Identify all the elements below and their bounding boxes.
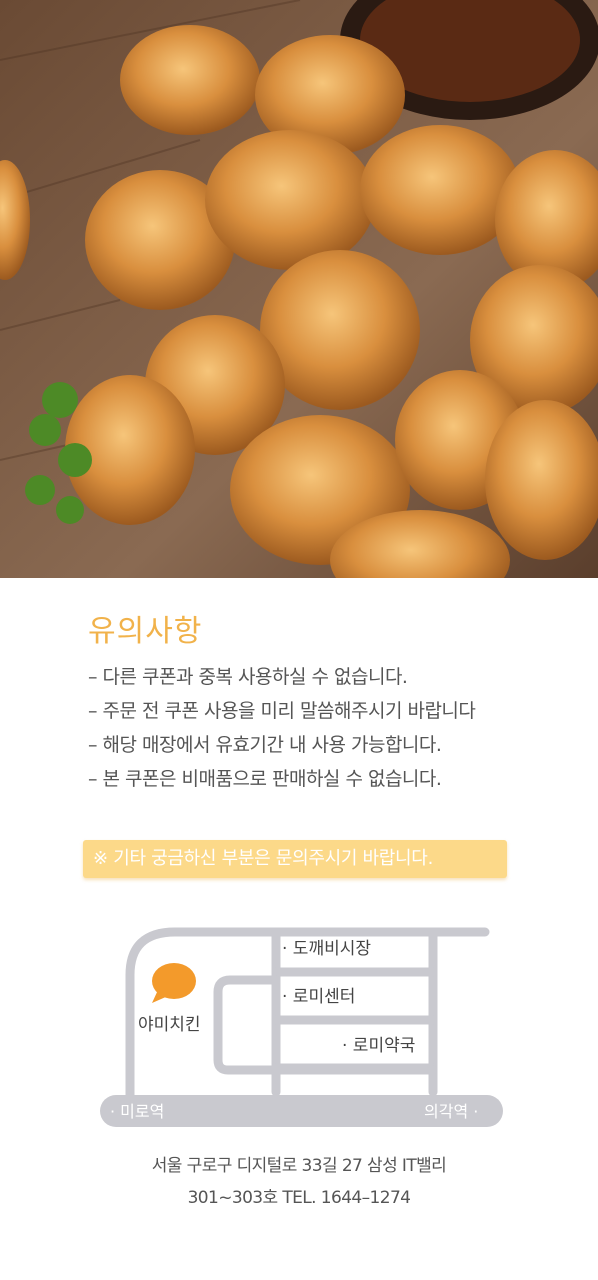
- notice-item: – 다른 쿠폰과 중복 사용하실 수 없습니다.: [88, 666, 408, 688]
- notice-item: – 해당 매장에서 유효기간 내 사용 가능합니다.: [88, 734, 442, 756]
- hero-food-photo: [0, 0, 598, 578]
- address-phone-line: 301~303호 TEL. 1644–1274: [187, 1188, 411, 1208]
- notice-item: – 본 쿠폰은 비매품으로 판매하실 수 없습니다.: [88, 768, 442, 790]
- map-place-label: · 도깨비시장: [282, 939, 371, 959]
- store-label: 야미치킨: [138, 1015, 201, 1035]
- notice-title: 유의사항: [88, 614, 203, 649]
- map-pin-icon: [152, 963, 196, 1003]
- station-left-label: · 미로역: [110, 1102, 164, 1121]
- store-address: 서울 구로구 디지털로 33길 27 삼성 IT밸리 301~303호 TEL.…: [0, 1150, 598, 1214]
- notice-item: – 주문 전 쿠폰 사용을 미리 말씀해주시기 바랍니다: [88, 700, 476, 722]
- notice-list: – 다른 쿠폰과 중복 사용하실 수 없습니다. – 주문 전 쿠폰 사용을 미…: [88, 660, 476, 796]
- map-place-label: · 로미센터: [282, 987, 355, 1007]
- inquiry-banner-text: ※ 기타 궁금하신 부분은 문의주시기 바랍니다.: [93, 848, 433, 869]
- map-place-label: · 로미약국: [342, 1036, 415, 1056]
- location-map: 야미치킨 · 도깨비시장 · 로미센터 · 로미약국 · 미로역 의각역 ·: [100, 927, 503, 1127]
- address-line: 서울 구로구 디지털로 33길 27 삼성 IT밸리: [151, 1156, 447, 1176]
- inquiry-banner: ※ 기타 궁금하신 부분은 문의주시기 바랍니다.: [83, 840, 507, 878]
- station-right-label: 의각역 ·: [424, 1102, 478, 1121]
